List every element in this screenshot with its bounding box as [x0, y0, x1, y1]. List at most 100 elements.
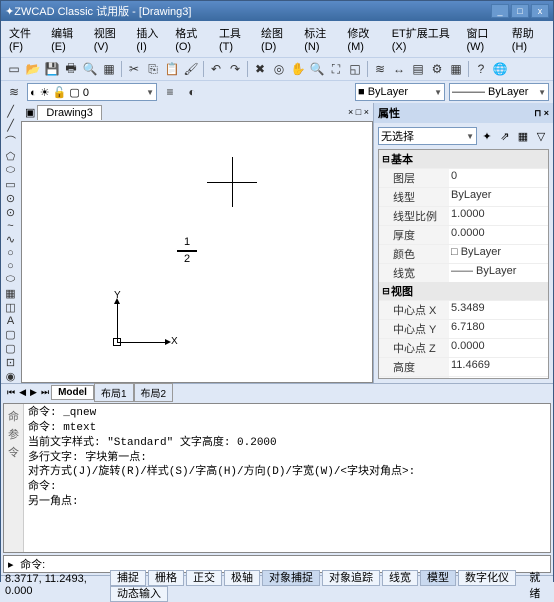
- prop-category[interactable]: ⊟基本: [379, 150, 548, 168]
- menu-item[interactable]: 绘图(D): [257, 23, 298, 55]
- draw-tool-12[interactable]: ⬭: [2, 273, 19, 286]
- draw-tool-4[interactable]: ⬭: [2, 164, 19, 177]
- prop-row[interactable]: 厚度0.0000: [379, 225, 548, 244]
- tool-icon[interactable]: ⚙: [428, 60, 446, 78]
- prop-row[interactable]: 宽度18.1369: [379, 376, 548, 379]
- selection-combo[interactable]: 无选择▼: [378, 127, 477, 145]
- draw-tool-6[interactable]: ⊙: [2, 192, 19, 205]
- paste-icon[interactable]: 📋: [163, 60, 181, 78]
- prop-row[interactable]: 中心点 Y6.7180: [379, 319, 548, 338]
- menu-item[interactable]: 插入(I): [132, 23, 169, 55]
- property-grid[interactable]: ⊟基本图层0线型ByLayer线型比例1.0000厚度0.0000颜色□ ByL…: [378, 149, 549, 379]
- model-tab[interactable]: Model: [51, 385, 94, 400]
- pickadd-icon[interactable]: ▦: [515, 128, 531, 144]
- draw-tool-11[interactable]: ○: [2, 260, 19, 272]
- quickselect-icon[interactable]: ✦: [479, 128, 495, 144]
- menu-item[interactable]: 标注(N): [300, 23, 341, 55]
- zoom-icon[interactable]: 🔍: [308, 60, 326, 78]
- status-toggle[interactable]: 栅格: [148, 570, 184, 586]
- layerprev-icon[interactable]: ◐: [183, 83, 201, 101]
- draw-tool-18[interactable]: ⊡: [2, 356, 19, 369]
- menu-item[interactable]: 视图(V): [90, 23, 131, 55]
- draw-tool-3[interactable]: ⬠: [2, 150, 19, 163]
- status-toggle[interactable]: 动态输入: [110, 586, 168, 602]
- color-combo[interactable]: ■ ByLayer▼: [355, 83, 445, 101]
- calc-icon[interactable]: ▦: [447, 60, 465, 78]
- help-icon[interactable]: ?: [472, 60, 490, 78]
- cut-icon[interactable]: ✂: [125, 60, 143, 78]
- draw-tool-7[interactable]: ⊙: [2, 206, 19, 219]
- preview-icon[interactable]: 🔍: [81, 60, 99, 78]
- layer-combo[interactable]: ◐ ☀ 🔓 ▢ 0▼: [27, 83, 157, 101]
- draw-tool-9[interactable]: ∿: [2, 233, 19, 246]
- menu-item[interactable]: 格式(O): [171, 23, 213, 55]
- selectobj-icon[interactable]: ⇗: [497, 128, 513, 144]
- prop-row[interactable]: 高度11.4669: [379, 357, 548, 376]
- tab-nav[interactable]: ⏮◀▶⏭: [5, 387, 51, 398]
- close-button[interactable]: x: [531, 4, 549, 18]
- status-toggle[interactable]: 线宽: [382, 570, 418, 586]
- linetype-combo[interactable]: ——— ByLayer▼: [449, 83, 549, 101]
- new-icon[interactable]: ▭: [5, 60, 23, 78]
- draw-tool-8[interactable]: ~: [2, 220, 19, 232]
- draw-tool-2[interactable]: ⌒: [2, 133, 19, 149]
- status-toggle[interactable]: 对象捕捉: [262, 570, 320, 586]
- layerstate-icon[interactable]: ≡: [161, 83, 179, 101]
- globe-icon[interactable]: 🌐: [491, 60, 509, 78]
- menu-item[interactable]: 文件(F): [5, 23, 45, 55]
- status-toggle[interactable]: 极轴: [224, 570, 260, 586]
- draw-tool-14[interactable]: ◫: [2, 301, 19, 314]
- open-icon[interactable]: 📂: [24, 60, 42, 78]
- dim-icon[interactable]: ↔: [390, 60, 408, 78]
- redo-icon[interactable]: ↷: [226, 60, 244, 78]
- prop-row[interactable]: 中心点 X5.3489: [379, 300, 548, 319]
- pin-icon[interactable]: ⊓ ×: [534, 108, 549, 119]
- menu-item[interactable]: ET扩展工具(X): [388, 23, 461, 55]
- draw-tool-0[interactable]: ╱: [2, 105, 19, 118]
- print-icon[interactable]: 🖶: [62, 60, 80, 78]
- status-toggle[interactable]: 模型: [420, 570, 456, 586]
- prop-row[interactable]: 颜色□ ByLayer: [379, 244, 548, 263]
- status-toggle[interactable]: 数字化仪: [458, 570, 516, 586]
- match-icon[interactable]: 🖌: [182, 60, 200, 78]
- draw-tool-5[interactable]: ▭: [2, 178, 19, 191]
- prop-category[interactable]: ⊟视图: [379, 282, 548, 300]
- draw-tool-15[interactable]: A: [2, 315, 19, 327]
- layout1-tab[interactable]: 布局1: [94, 383, 134, 402]
- save-icon[interactable]: 💾: [43, 60, 61, 78]
- prop-row[interactable]: 图层0: [379, 168, 548, 187]
- layout2-tab[interactable]: 布局2: [134, 383, 174, 402]
- draw-tool-16[interactable]: ▢: [2, 328, 19, 341]
- draw-tool-10[interactable]: ○: [2, 247, 19, 259]
- filter-icon[interactable]: ▽: [533, 128, 549, 144]
- layer-icon[interactable]: ≋: [371, 60, 389, 78]
- pan-icon[interactable]: ✋: [289, 60, 307, 78]
- menu-item[interactable]: 工具(T): [215, 23, 255, 55]
- draw-tool-17[interactable]: ▢: [2, 342, 19, 355]
- prop-row[interactable]: 线型比例1.0000: [379, 206, 548, 225]
- plot-icon[interactable]: ▦: [100, 60, 118, 78]
- zoomw-icon[interactable]: ⛶: [327, 60, 345, 78]
- copy-icon[interactable]: ⎘: [144, 60, 162, 78]
- draw-tool-19[interactable]: ◉: [2, 370, 19, 383]
- prop-row[interactable]: 线宽—— ByLayer: [379, 263, 548, 282]
- menu-item[interactable]: 修改(M): [343, 23, 385, 55]
- cmd-nav-icon[interactable]: 命: [8, 408, 19, 424]
- doc-close-icon[interactable]: × □ ×: [348, 107, 369, 117]
- other-icon[interactable]: ◎: [270, 60, 288, 78]
- maximize-button[interactable]: □: [511, 4, 529, 18]
- status-toggle[interactable]: 正交: [186, 570, 222, 586]
- menu-item[interactable]: 窗口(W): [462, 23, 505, 55]
- zoome-icon[interactable]: ◱: [346, 60, 364, 78]
- prop-row[interactable]: 线型ByLayer: [379, 187, 548, 206]
- command-history[interactable]: 命令: _qnew 命令: mtext 当前文字样式: "Standard" 文…: [24, 404, 550, 552]
- prop-row[interactable]: 中心点 Z0.0000: [379, 338, 548, 357]
- drawing-canvas[interactable]: 12 XY: [21, 121, 373, 383]
- minimize-button[interactable]: _: [491, 4, 509, 18]
- erase-icon[interactable]: ✖: [251, 60, 269, 78]
- prop-icon[interactable]: ▤: [409, 60, 427, 78]
- undo-icon[interactable]: ↶: [207, 60, 225, 78]
- drawing-tab[interactable]: Drawing3: [37, 105, 101, 120]
- menu-item[interactable]: 帮助(H): [508, 23, 549, 55]
- status-toggle[interactable]: 捕捉: [110, 570, 146, 586]
